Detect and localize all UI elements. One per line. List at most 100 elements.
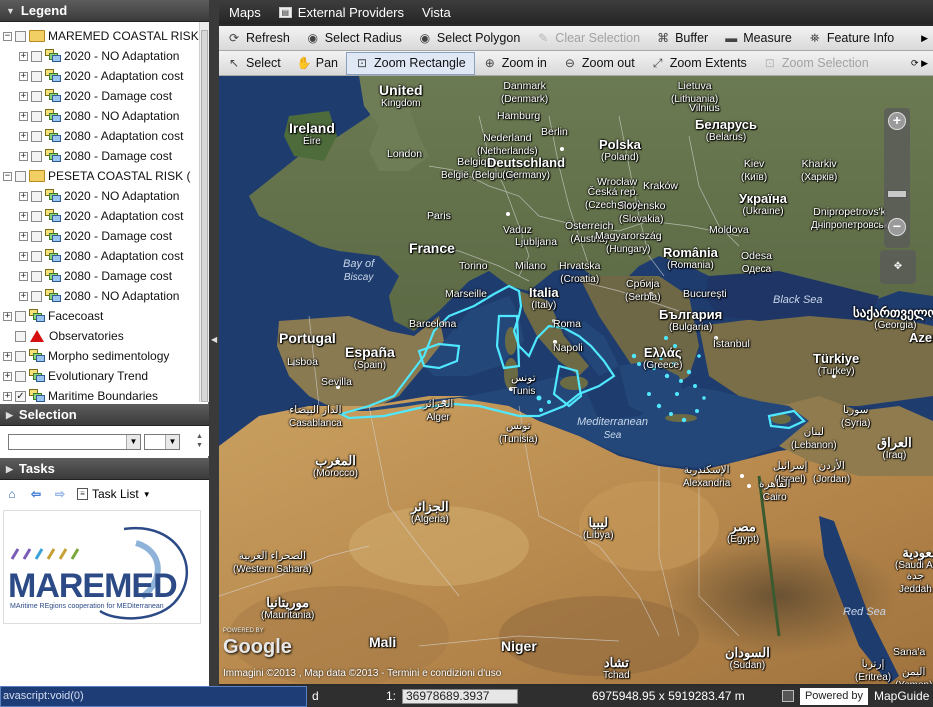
zoom-slider-handle[interactable] <box>887 190 907 198</box>
expand-toggle-icon[interactable]: + <box>3 351 12 361</box>
toolbar-overflow-icon[interactable]: ▶ <box>916 33 933 44</box>
zoom-control[interactable]: + − ✥ <box>878 94 916 284</box>
dropdown-arrow-icon[interactable]: ▼ <box>126 435 140 449</box>
collapse-triangle-icon[interactable]: ▼ <box>6 0 15 22</box>
expand-toggle-icon[interactable]: + <box>19 71 28 81</box>
zoom-in-button[interactable]: ⊕ Zoom in <box>475 52 555 75</box>
legend-header[interactable]: ▼ Legend <box>0 0 209 22</box>
collapse-left-icon[interactable]: ◀ <box>211 335 217 344</box>
legend-item[interactable]: +2080 - Adaptation cost <box>19 126 183 146</box>
menu-maps[interactable]: Maps <box>229 5 261 20</box>
feature-info-button[interactable]: ⛯ Feature Info <box>800 27 902 50</box>
legend-item[interactable]: +2020 - Damage cost <box>19 86 172 106</box>
expand-toggle-icon[interactable]: + <box>3 371 12 381</box>
legend-item[interactable]: +Observatories <box>3 326 124 346</box>
select-radius-button[interactable]: ◉ Select Radius <box>298 27 410 50</box>
measure-button[interactable]: ▬ Measure <box>716 27 800 50</box>
layer-visibility-checkbox[interactable] <box>31 90 42 102</box>
selection-layer-select[interactable]: ▼ <box>8 434 141 450</box>
expand-toggle-icon[interactable]: + <box>19 291 28 301</box>
back-arrow-icon[interactable]: ⇦ <box>29 487 43 501</box>
expand-toggle-icon[interactable]: + <box>19 111 28 121</box>
expand-toggle-icon[interactable]: + <box>19 191 28 201</box>
legend-item[interactable]: + Morpho sedimentology <box>3 346 169 366</box>
expand-toggle-icon[interactable]: + <box>19 231 28 241</box>
collapse-toggle-icon[interactable]: − <box>3 171 12 181</box>
expand-toggle-icon[interactable]: + <box>19 151 28 161</box>
legend-item[interactable]: + Facecoast <box>3 306 103 326</box>
dropdown-arrow-icon[interactable]: ▼ <box>165 435 179 449</box>
panel-splitter[interactable]: ◀ <box>209 0 219 688</box>
expand-toggle-icon[interactable]: + <box>3 311 12 321</box>
pan-button[interactable]: ✋ Pan <box>289 52 346 75</box>
layer-visibility-checkbox[interactable] <box>15 370 26 382</box>
expand-toggle-icon[interactable]: + <box>19 211 28 221</box>
layer-visibility-checkbox[interactable] <box>31 110 42 122</box>
layer-visibility-checkbox[interactable] <box>31 250 42 262</box>
scale-input[interactable]: 36978689.3937 <box>402 689 518 704</box>
expand-toggle-icon[interactable]: + <box>19 251 28 261</box>
buffer-button[interactable]: ⌘ Buffer <box>648 27 716 50</box>
selection-feature-select[interactable]: ▼ <box>144 434 180 450</box>
layer-visibility-checkbox[interactable] <box>31 70 42 82</box>
legend-item[interactable]: + ✓ Maritime Boundaries <box>3 386 158 402</box>
refresh-button[interactable]: ⟳ Refresh <box>219 27 298 50</box>
map-view[interactable]: United Kingdom Ireland Éire London Nederland (… <box>219 76 933 684</box>
legend-scrollbar[interactable] <box>199 22 209 402</box>
map-attribution[interactable]: Immagini ©2013 , Map data ©2013 - Termin… <box>223 668 501 679</box>
toolbar-overflow-icon[interactable]: ⟳ ▶ <box>906 58 933 69</box>
layer-visibility-checkbox[interactable] <box>15 170 26 182</box>
task-list-button[interactable]: ≡ Task List ▼ <box>77 487 151 501</box>
zoom-rectangle-button[interactable]: ⊡ Zoom Rectangle <box>346 51 475 75</box>
zoom-in-map-button[interactable]: + <box>888 112 906 130</box>
legend-item[interactable]: + Evolutionary Trend <box>3 366 148 386</box>
zoom-out-map-button[interactable]: − <box>888 218 906 236</box>
tasks-header[interactable]: ▶ Tasks <box>0 458 209 480</box>
legend-item[interactable]: +2020 - NO Adaptation <box>19 46 179 66</box>
legend-item[interactable]: +2020 - Damage cost <box>19 226 172 246</box>
expand-toggle-icon[interactable]: + <box>19 131 28 141</box>
units-icon[interactable] <box>782 690 794 702</box>
pan-control[interactable]: ✥ <box>880 250 916 284</box>
layer-visibility-checkbox[interactable] <box>31 150 42 162</box>
legend-item[interactable]: +2020 - NO Adaptation <box>19 186 179 206</box>
forward-arrow-icon[interactable]: ⇨ <box>53 487 67 501</box>
expand-toggle-icon[interactable]: + <box>3 391 12 401</box>
layer-visibility-checkbox[interactable]: ✓ <box>15 390 26 402</box>
menu-external-providers[interactable]: ▤ External Providers <box>278 5 404 20</box>
legend-item[interactable]: − MAREMED COASTAL RISK <box>3 26 199 46</box>
expand-toggle-icon[interactable]: + <box>19 51 28 61</box>
select-polygon-button[interactable]: ◉ Select Polygon <box>410 27 528 50</box>
legend-item[interactable]: +2020 - Adaptation cost <box>19 66 183 86</box>
layer-visibility-checkbox[interactable] <box>31 270 42 282</box>
legend-scroll-thumb[interactable] <box>201 30 208 402</box>
legend-item[interactable]: +2080 - NO Adaptation <box>19 286 179 306</box>
legend-item[interactable]: − PESETA COASTAL RISK ( <box>3 166 190 186</box>
layer-visibility-checkbox[interactable] <box>31 230 42 242</box>
expand-toggle-icon[interactable]: + <box>19 271 28 281</box>
layer-visibility-checkbox[interactable] <box>31 190 42 202</box>
zoom-out-button[interactable]: ⊖ Zoom out <box>555 52 643 75</box>
selection-scroll-arrows[interactable]: ▲ ▼ <box>196 432 203 450</box>
expand-toggle-icon[interactable]: + <box>19 91 28 101</box>
layer-visibility-checkbox[interactable] <box>31 130 42 142</box>
legend-item[interactable]: +2080 - Damage cost <box>19 266 172 286</box>
menu-vista[interactable]: Vista <box>422 5 451 20</box>
layer-visibility-checkbox[interactable] <box>15 310 26 322</box>
layer-visibility-checkbox[interactable] <box>31 50 42 62</box>
layer-visibility-checkbox[interactable] <box>31 210 42 222</box>
layer-visibility-checkbox[interactable] <box>31 290 42 302</box>
expand-triangle-icon[interactable]: ▶ <box>6 404 13 426</box>
select-button[interactable]: ↖ Select <box>219 52 289 75</box>
legend-item[interactable]: +2080 - NO Adaptation <box>19 106 179 126</box>
collapse-toggle-icon[interactable]: − <box>3 31 12 41</box>
home-globe-icon[interactable]: ⌂ <box>5 487 19 501</box>
legend-item[interactable]: +2080 - Adaptation cost <box>19 246 183 266</box>
legend-item[interactable]: +2080 - Damage cost <box>19 146 172 166</box>
layer-visibility-checkbox[interactable] <box>15 30 26 42</box>
zoom-extents-button[interactable]: ⤢ Zoom Extents <box>643 52 755 75</box>
expand-triangle-icon[interactable]: ▶ <box>6 458 13 480</box>
legend-item[interactable]: +2020 - Adaptation cost <box>19 206 183 226</box>
layer-visibility-checkbox[interactable] <box>15 350 26 362</box>
selection-header[interactable]: ▶ Selection <box>0 404 209 426</box>
